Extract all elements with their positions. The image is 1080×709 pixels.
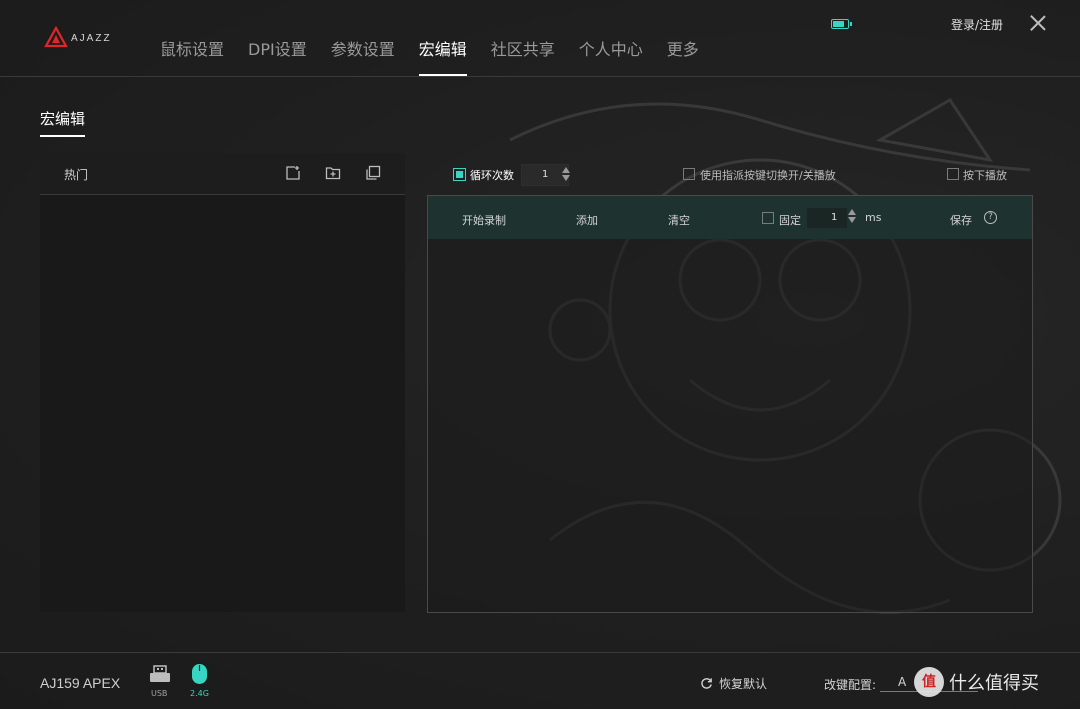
wireless-mouse-icon[interactable] [191, 663, 208, 685]
tab-dpi-settings[interactable]: DPI设置 [238, 36, 317, 76]
wireless-mode-label: 2.4G [190, 689, 209, 698]
page-title: 宏编辑 [40, 108, 86, 137]
fixed-delay-value: 1 [831, 212, 838, 223]
new-macro-icon[interactable] [285, 165, 301, 181]
fixed-delay-arrows[interactable] [848, 209, 856, 223]
refresh-icon [701, 678, 712, 689]
copy-macro-icon[interactable] [365, 165, 381, 181]
fixed-delay-checkbox[interactable] [762, 212, 774, 224]
usb-mode-label: USB [151, 689, 168, 698]
restore-defaults-button[interactable]: 恢复默认 [700, 675, 767, 692]
tab-personal-center[interactable]: 个人中心 [569, 36, 653, 76]
logo-mark-icon [44, 26, 68, 48]
app-window: AJAZZ 鼠标设置 DPI设置 参数设置 宏编辑 社区共享 个人中心 更多 登… [0, 0, 1080, 709]
increment-arrow-icon[interactable] [562, 167, 570, 173]
close-icon[interactable] [1029, 14, 1047, 32]
watermark-badge: 值 [914, 667, 944, 697]
watermark: 值 什么值得买 [914, 667, 1039, 697]
loop-count-value: 1 [542, 169, 549, 180]
loop-count-checkbox[interactable] [453, 168, 466, 181]
fixed-delay-label: 固定 [779, 214, 801, 227]
device-name: AJ159 APEX [40, 675, 121, 691]
start-record-button[interactable]: 开始录制 [462, 212, 506, 228]
add-button[interactable]: 添加 [576, 212, 598, 228]
decrement-arrow-icon[interactable] [848, 217, 856, 223]
macro-editor-toolbar: 开始录制 添加 清空 固定 1 ms 保存 ? [428, 196, 1032, 239]
toggle-play-label: 使用指派按键切换开/关播放 [700, 169, 836, 182]
loop-count-label: 循环次数 [470, 169, 514, 182]
usb-mode-icon[interactable] [149, 665, 171, 683]
clear-button[interactable]: 清空 [668, 212, 690, 228]
key-config-label: 改键配置: [824, 678, 877, 692]
loop-count-stepper[interactable]: 1 [521, 164, 570, 186]
restore-defaults-label: 恢复默认 [719, 677, 768, 691]
login-register-link[interactable]: 登录/注册 [951, 16, 1003, 33]
help-icon[interactable]: ? [984, 211, 997, 224]
fixed-delay-stepper[interactable]: 1 [806, 207, 848, 229]
delay-unit-label: ms [865, 211, 882, 224]
macro-list-header: 热门 [40, 153, 405, 195]
bottom-bar: AJ159 APEX USB 2.4G 恢复默认 改键配置: A 值 什么值得买 [0, 652, 1080, 709]
tab-mouse-settings[interactable]: 鼠标设置 [150, 36, 234, 76]
press-play-label: 按下播放 [963, 169, 1007, 182]
tab-community-share[interactable]: 社区共享 [481, 36, 565, 76]
new-folder-icon[interactable] [325, 165, 341, 181]
press-play-checkbox[interactable] [947, 168, 959, 180]
brand-logo: AJAZZ [44, 26, 112, 50]
loop-count-arrows[interactable] [562, 167, 570, 181]
logo-text: AJAZZ [71, 32, 112, 44]
save-button[interactable]: 保存 [950, 212, 972, 228]
macro-editor-panel: 开始录制 添加 清空 固定 1 ms 保存 ? [427, 195, 1033, 613]
macro-list-title: 热门 [64, 168, 89, 182]
tab-more[interactable]: 更多 [657, 36, 709, 76]
tab-macro-editor[interactable]: 宏编辑 [409, 36, 477, 76]
battery-icon [831, 19, 852, 29]
tab-parameter-settings[interactable]: 参数设置 [321, 36, 405, 76]
top-bar: AJAZZ 鼠标设置 DPI设置 参数设置 宏编辑 社区共享 个人中心 更多 登… [0, 0, 1080, 77]
toggle-play-checkbox[interactable] [683, 168, 695, 180]
increment-arrow-icon[interactable] [848, 209, 856, 215]
watermark-text: 什么值得买 [949, 673, 1039, 694]
main-nav: 鼠标设置 DPI设置 参数设置 宏编辑 社区共享 个人中心 更多 [150, 36, 713, 76]
decrement-arrow-icon[interactable] [562, 175, 570, 181]
macro-list-panel: 热门 [40, 153, 405, 612]
